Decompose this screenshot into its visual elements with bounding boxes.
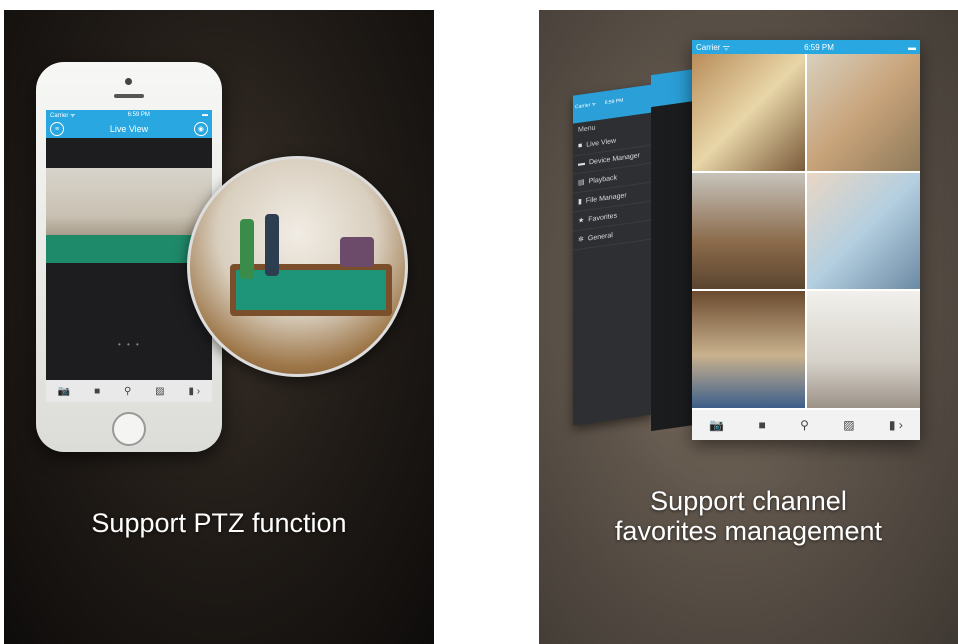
ptz-caption: Support PTZ function [91,508,347,538]
channel-tile[interactable] [807,54,920,171]
multi-channel-screen: Carrier ᯤ 6:59 PM ▬ 📷 ■ ⚲ ▨ ▮ › [692,40,920,440]
middle-screen-edge [651,68,695,432]
star-icon: ★ [578,217,585,225]
status-time: 6:59 PM [127,112,150,118]
channel-tile[interactable] [692,291,805,408]
status-time: 6:59 PM [804,42,834,52]
side-menu-screen: Carrier ᯤ 6:59 PM Menu ■ Live View ▬ Dev… [573,84,653,426]
status-carrier: Carrier ᯤ [575,101,597,111]
menu-item-label: Playback [588,173,618,185]
menu-item-label: General [587,231,613,243]
status-carrier: Carrier ᯤ [696,42,730,52]
menu-icon[interactable]: ≡ [50,122,64,136]
person-figure [265,214,279,276]
menu-item-label: Favorites [588,211,618,223]
page-indicator[interactable]: • • • [118,340,141,349]
menu-item-label: File Manager [585,191,627,205]
favorites-caption-line2: favorites management [614,516,883,546]
channel-tile[interactable] [807,172,920,290]
channel-tile[interactable] [692,172,805,290]
channel-tile[interactable] [807,291,920,408]
battery-icon: ▬ [908,42,916,52]
gear-icon: ✲ [578,236,584,244]
channel-tile[interactable] [692,54,805,171]
record-icon[interactable]: ■ [758,418,765,432]
front-camera [125,78,132,85]
menu-item-label: Live View [586,137,617,149]
person-figure [240,219,254,279]
middle-header [651,68,695,108]
menu-item-label: Device Manager [589,152,640,167]
ptz-icon[interactable]: ⚲ [800,418,809,432]
page-title: Live View [109,124,149,134]
record-icon[interactable]: ■ [94,386,100,397]
camera-switch-icon[interactable]: ◉ [193,122,208,136]
ptz-zoom-magnifier [187,156,408,377]
person-figure [340,237,374,267]
favorites-caption-line1: Support channel [650,486,847,516]
earpiece-speaker [114,94,144,98]
nav-bar: ≡ Live View ◉ [46,120,212,138]
live-video-feed[interactable] [46,168,212,263]
ptz-icon[interactable]: ⚲ [124,386,131,397]
more-icon[interactable]: ▮ › [188,386,200,397]
status-bar: Carrier ᯤ 6:59 PM ▬ [692,40,920,54]
playback-icon: ▤ [578,178,585,187]
image-quality-icon[interactable]: ▨ [155,386,164,397]
status-time: 6:59 PM [604,97,624,107]
file-icon: ▮ [578,198,582,206]
home-button [112,412,146,446]
battery-icon: ▬ [202,112,208,118]
status-carrier: Carrier ᯤ [50,113,76,119]
image-quality-icon[interactable]: ▨ [843,418,854,432]
pool-table-felt [230,264,392,316]
video-icon: ■ [578,142,583,150]
ptz-promo-panel: Carrier ᯤ 6:59 PM ▬ ≡ Live View ◉ • • • … [4,10,434,644]
snapshot-icon[interactable]: 📷 [58,386,70,397]
status-bar: Carrier ᯤ 6:59 PM ▬ [46,110,212,120]
snapshot-icon[interactable]: 📷 [709,418,724,432]
device-icon: ▬ [578,159,585,168]
channel-grid [692,54,920,408]
favorites-promo-panel: Carrier ᯤ 6:59 PM Menu ■ Live View ▬ Dev… [539,10,958,644]
more-icon[interactable]: ▮ › [889,418,903,432]
bottom-toolbar: 📷 ■ ⚲ ▨ ▮ › [46,380,212,402]
bottom-toolbar: 📷 ■ ⚲ ▨ ▮ › [692,410,920,440]
